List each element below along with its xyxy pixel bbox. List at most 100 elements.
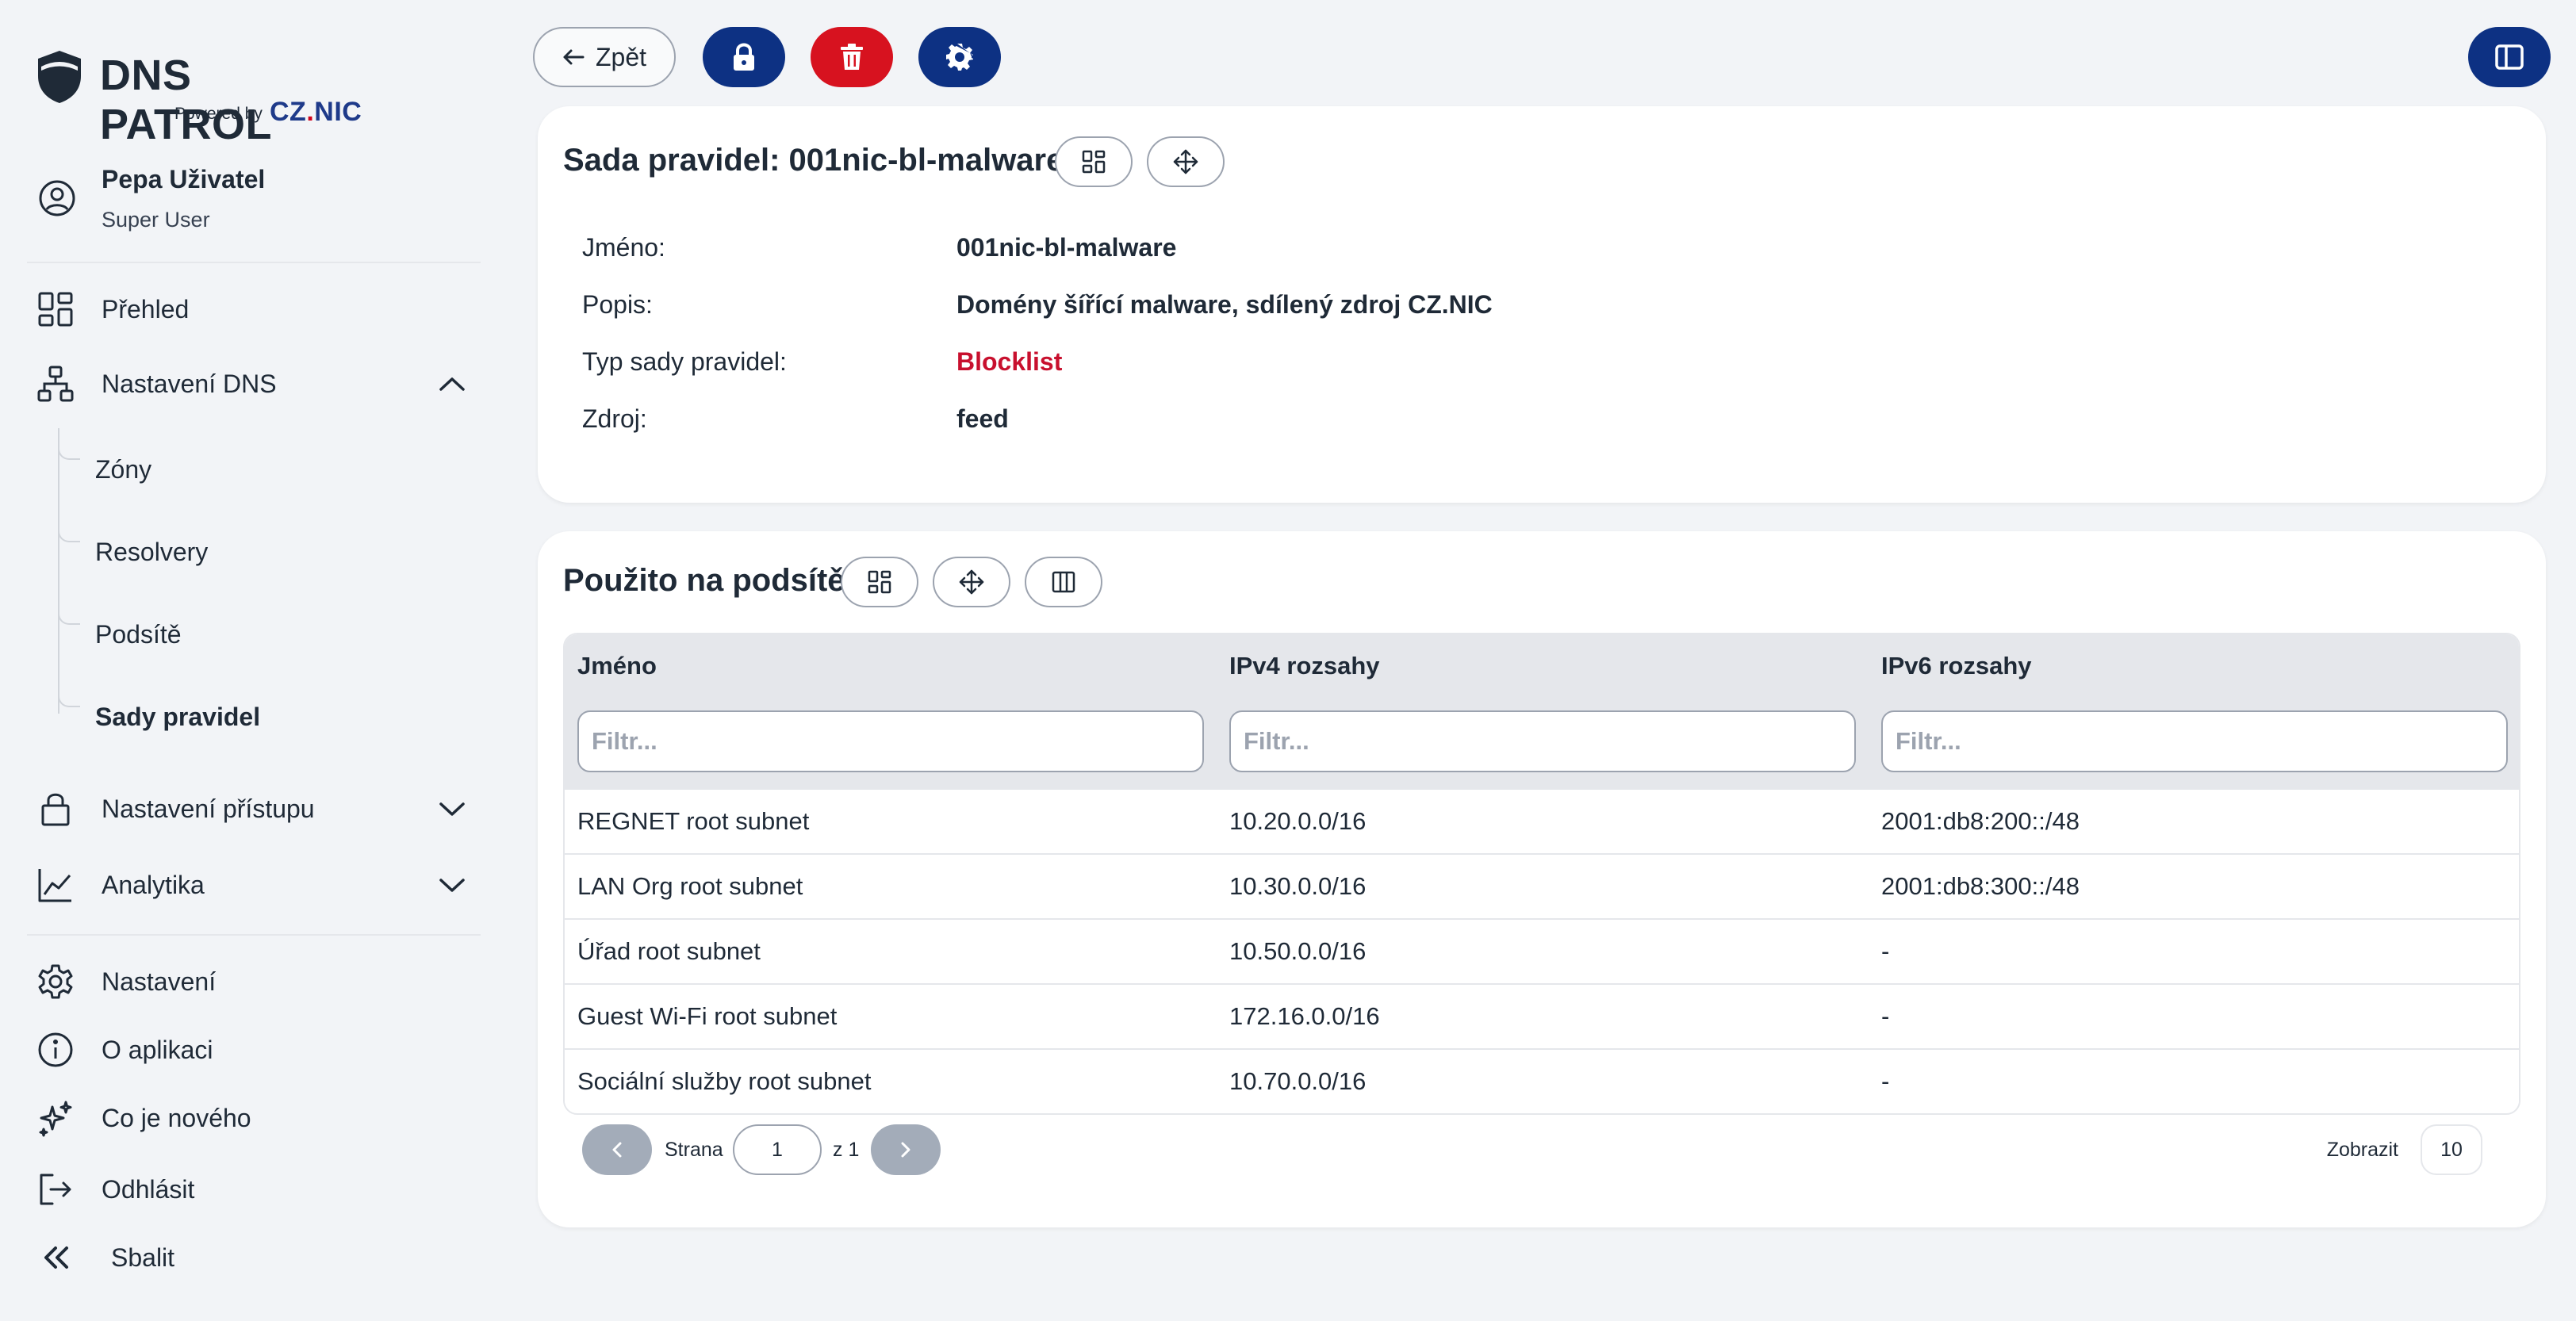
delete-button[interactable] — [811, 27, 893, 87]
table-row[interactable]: Sociální služby root subnet 10.70.0.0/16… — [565, 1048, 2519, 1113]
move-button[interactable] — [1147, 136, 1225, 187]
sidebar-item-analytics[interactable]: Analytika — [36, 860, 481, 910]
cell-ipv6: 2001:db8:300::/48 — [1881, 872, 2080, 900]
table-header: Jméno IPv4 rozsahy IPv6 rozsahy — [565, 634, 2519, 788]
user-name: Pepa Uživatel — [102, 165, 266, 193]
grid-view-button[interactable] — [841, 557, 918, 607]
field-value: Blocklist — [956, 347, 1063, 376]
cell-ipv4: 10.70.0.0/16 — [1229, 1067, 1367, 1095]
sidebar: DNS PATROL Powered by CZ.NIC Pepa Uživat… — [0, 0, 508, 1321]
chevron-down-icon[interactable] — [436, 798, 468, 820]
sidebar-divider — [27, 262, 481, 263]
field-value: 001nic-bl-malware — [956, 233, 1177, 262]
trash-icon — [841, 44, 863, 70]
lock-icon — [734, 43, 754, 71]
table-row[interactable]: Guest Wi-Fi root subnet 172.16.0.0/16 - — [565, 983, 2519, 1048]
cell-ipv6: 2001:db8:200::/48 — [1881, 807, 2080, 835]
tree-branch — [58, 691, 80, 707]
sidebar-item-label: Nastavení DNS — [102, 369, 277, 398]
cell-ipv4: 10.20.0.0/16 — [1229, 807, 1367, 835]
cznic-logo: CZ.NIC — [270, 97, 362, 127]
settings-button[interactable] — [918, 27, 1001, 87]
info-icon — [38, 1032, 73, 1067]
column-header-ipv6[interactable]: IPv6 rozsahy — [1881, 652, 2032, 680]
field-value: Domény šířící malware, sdílený zdroj CZ.… — [956, 290, 1493, 319]
columns-button[interactable] — [1025, 557, 1102, 607]
column-header-ipv4[interactable]: IPv4 rozsahy — [1229, 652, 1380, 680]
cell-ipv6: - — [1881, 1002, 1890, 1030]
toggle-panel-button[interactable] — [2468, 27, 2551, 87]
powered-by-text: Powered by — [174, 105, 263, 123]
ruleset-card: Sada pravidel: 001nic-bl-malware Jméno: … — [538, 106, 2546, 503]
lock-button[interactable] — [703, 27, 785, 87]
cell-ipv6: - — [1881, 1067, 1890, 1095]
table-row[interactable]: Úřad root subnet 10.50.0.0/16 - — [565, 918, 2519, 983]
cell-ipv4: 172.16.0.0/16 — [1229, 1002, 1380, 1030]
cell-ipv4: 10.30.0.0/16 — [1229, 872, 1367, 900]
sidebar-item-about[interactable]: O aplikaci — [36, 1026, 481, 1074]
tree-branch — [58, 444, 80, 460]
tree-branch — [58, 526, 80, 542]
field-value: feed — [956, 404, 1009, 433]
back-button[interactable]: Zpět — [533, 27, 676, 87]
grid-icon — [868, 570, 891, 594]
cell-ipv6: - — [1881, 937, 1890, 965]
sidebar-item-logout[interactable]: Odhlásit — [36, 1166, 481, 1213]
sidebar-item-dns-settings[interactable]: Nastavení DNS — [36, 358, 481, 409]
sidebar-item-label: Sbalit — [111, 1243, 175, 1272]
sidebar-item-label: Nastavení přístupu — [102, 795, 315, 823]
chevron-up-icon[interactable] — [436, 373, 468, 395]
move-button[interactable] — [933, 557, 1010, 607]
logout-icon — [40, 1174, 71, 1205]
chevron-left-icon — [612, 1142, 622, 1158]
sidebar-item-label: Co je nového — [102, 1104, 251, 1132]
field-label: Popis: — [582, 290, 653, 319]
filter-ipv6-input[interactable] — [1881, 710, 2508, 772]
chevron-down-icon[interactable] — [436, 874, 468, 896]
next-page-button[interactable] — [871, 1124, 941, 1175]
subnets-title: Použito na podsítě — [563, 563, 845, 598]
sidebar-item-label: Nastavení — [102, 967, 217, 996]
user-profile[interactable]: Pepa Uživatel Super User — [36, 159, 481, 246]
table-row[interactable]: REGNET root subnet 10.20.0.0/16 2001:db8… — [565, 788, 2519, 853]
prev-page-button[interactable] — [582, 1124, 652, 1175]
columns-icon — [1052, 571, 1075, 593]
page-number-input[interactable] — [733, 1124, 822, 1175]
sparkles-icon — [39, 1101, 72, 1137]
move-arrows-icon — [1173, 149, 1198, 174]
table-row[interactable]: LAN Org root subnet 10.30.0.0/16 2001:db… — [565, 853, 2519, 918]
subnets-table: Jméno IPv4 rozsahy IPv6 rozsahy REGNET r… — [563, 633, 2520, 1115]
arrow-left-icon — [563, 49, 585, 65]
page-size-select[interactable]: 10 — [2421, 1124, 2482, 1175]
sidebar-item-subnets[interactable]: Podsítě — [95, 620, 182, 649]
filter-name-input[interactable] — [577, 710, 1204, 772]
sidebar-item-resolvers[interactable]: Resolvery — [95, 538, 208, 567]
grid-icon — [1082, 150, 1106, 174]
sidebar-item-label: Odhlásit — [102, 1175, 195, 1204]
cell-name: Sociální služby root subnet — [577, 1067, 872, 1095]
page-label: Strana — [665, 1139, 723, 1161]
grid-view-button[interactable] — [1055, 136, 1133, 187]
sidebar-item-whats-new[interactable]: Co je nového — [36, 1094, 481, 1142]
sidebar-divider — [27, 934, 481, 936]
user-circle-icon — [39, 180, 75, 216]
app-logo[interactable]: DNS PATROL Powered by CZ.NIC — [36, 46, 370, 148]
sidebar-item-rulesets[interactable]: Sady pravidel — [95, 703, 260, 732]
sidebar-item-access-settings[interactable]: Nastavení přístupu — [36, 783, 481, 834]
sidebar-item-overview[interactable]: Přehled — [36, 284, 481, 335]
page-count-label: z 1 — [833, 1139, 860, 1161]
sidebar-collapse-button[interactable]: Sbalit — [36, 1234, 481, 1281]
cell-ipv4: 10.50.0.0/16 — [1229, 937, 1367, 965]
sidebar-item-settings[interactable]: Nastavení — [36, 958, 481, 1005]
move-arrows-icon — [959, 569, 984, 595]
lock-icon — [41, 793, 70, 826]
gear-icon — [946, 44, 973, 71]
sidebar-item-zones[interactable]: Zóny — [95, 455, 151, 484]
subnets-card: Použito na podsítě Jméno IPv4 rozsahy IP… — [538, 531, 2546, 1227]
back-button-label: Zpět — [595, 42, 647, 71]
filter-ipv4-input[interactable] — [1229, 710, 1856, 772]
tree-branch — [58, 609, 80, 625]
line-chart-icon — [38, 869, 71, 902]
sidebar-item-label: Analytika — [102, 871, 205, 899]
column-header-name[interactable]: Jméno — [577, 652, 657, 680]
